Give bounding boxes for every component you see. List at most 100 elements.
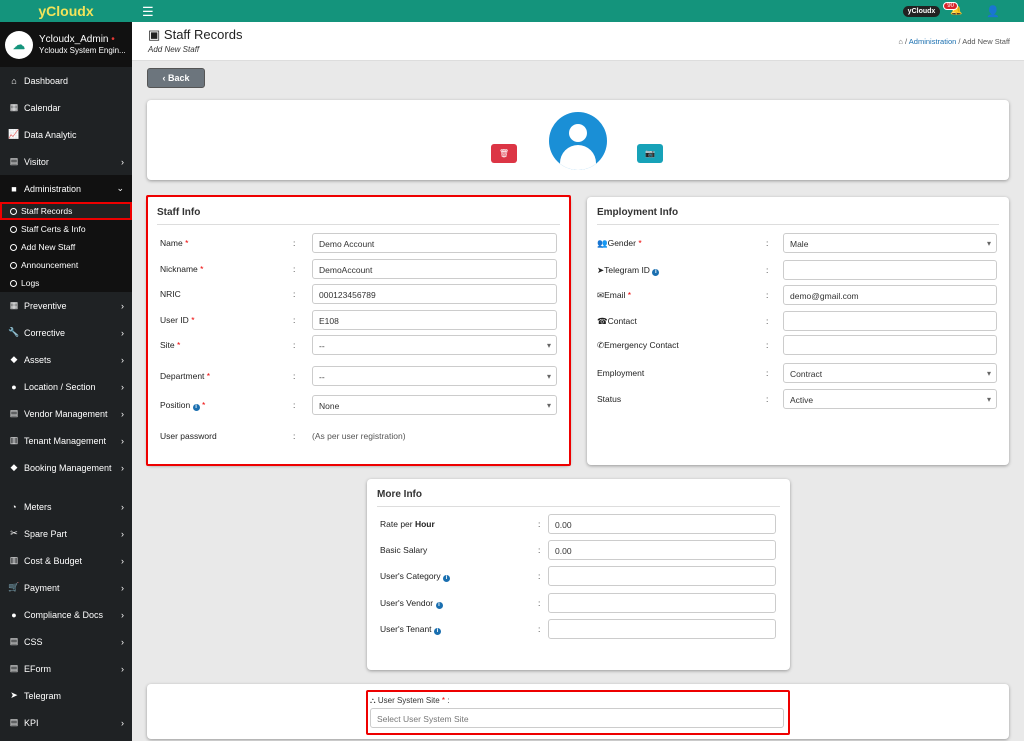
- bar-chart-icon: ▥: [9, 555, 19, 565]
- nickname-input[interactable]: DemoAccount: [312, 258, 557, 279]
- field-row-nickname: Nickname *: DemoAccount: [147, 258, 570, 279]
- sidebar-subitem-staff-certs-info[interactable]: Staff Certs & Info: [0, 220, 132, 238]
- sidebar-subitem-staff-records[interactable]: Staff Records: [0, 202, 132, 220]
- field-row-user-s-vendor: User's Vendor i:: [367, 592, 790, 613]
- building-icon: ▥: [9, 435, 19, 445]
- sidebar-item-corrective[interactable]: 🔧 Corrective ›: [0, 319, 132, 346]
- basic-salary-input[interactable]: 0.00: [548, 540, 776, 560]
- contact-input[interactable]: [783, 311, 997, 331]
- field-label: Rate per Hour: [380, 519, 435, 529]
- tenant-pill[interactable]: yCloudx: [902, 5, 941, 17]
- site-select[interactable]: --: [312, 335, 557, 355]
- camera-icon: 📷: [645, 149, 655, 158]
- user-s-vendor-input[interactable]: [548, 592, 776, 613]
- field-label: Nickname *: [160, 263, 204, 274]
- sidebar-item-eform[interactable]: ▤ EForm ›: [0, 655, 132, 682]
- notification-button[interactable]: 🔔 90: [943, 2, 968, 18]
- chevron-right-icon: ›: [121, 327, 124, 338]
- system-site-label: ⛬ User System Site * :: [370, 696, 450, 705]
- home-icon[interactable]: ⌂: [898, 37, 903, 46]
- telegram-icon: ➤: [10, 690, 18, 700]
- sidebar-item-tenant-management[interactable]: ▥ Tenant Management ›: [0, 427, 132, 454]
- sidebar-item-label: Data Analytic: [24, 129, 77, 140]
- field-row-telegram-id: ➤Telegram ID i:: [587, 259, 1009, 280]
- telegram-id-input[interactable]: [783, 259, 997, 280]
- sidebar-item-calendar[interactable]: ▦ Calendar: [0, 94, 132, 121]
- sidebar-item-booking-management[interactable]: ◆ Booking Management ›: [0, 454, 132, 481]
- sidebar-item-compliance-docs[interactable]: ● Compliance & Docs ›: [0, 601, 132, 628]
- employment-select[interactable]: Contract: [783, 363, 997, 383]
- notification-count-badge: 90: [943, 2, 958, 10]
- chevron-right-icon: ›: [121, 408, 124, 419]
- trash-icon: 🗑: [498, 149, 510, 158]
- dot-icon: ●: [11, 609, 17, 620]
- chevron-right-icon: ›: [121, 462, 124, 473]
- sidebar-item-meters[interactable]: ◔ Meters ›: [0, 493, 132, 520]
- form-icon: ▤: [9, 663, 19, 673]
- breadcrumb-administration[interactable]: Administration: [909, 37, 957, 46]
- sidebar-item-cost-budget[interactable]: ▥ Cost & Budget ›: [0, 547, 132, 574]
- field-label: ☎Contact: [597, 316, 637, 326]
- field-row-employment: Employment: Contract: [587, 363, 1009, 383]
- field-row-department: Department *: --: [147, 365, 570, 386]
- system-site-input[interactable]: Select User System Site: [370, 708, 784, 728]
- sidebar-item-label: KPI: [24, 717, 39, 728]
- sidebar-item-vendor-management[interactable]: ▤ Vendor Management ›: [0, 400, 132, 427]
- sidebar-item-dashboard[interactable]: ⌂ Dashboard: [0, 67, 132, 94]
- sidebar-subitem-announcement[interactable]: Announcement: [0, 256, 132, 274]
- tools-icon: ✂: [10, 528, 18, 538]
- brand-logo[interactable]: yCloudx: [0, 0, 132, 22]
- meter-icon: ◔: [11, 501, 17, 512]
- sidebar-item-label: Location / Section: [24, 381, 96, 392]
- field-label: Site *: [160, 340, 181, 350]
- emergency-contact-input[interactable]: [783, 335, 997, 355]
- sidebar-item-spare-part[interactable]: ✂ Spare Part ›: [0, 520, 132, 547]
- department-select[interactable]: --: [312, 365, 557, 386]
- cart-icon: 🛒: [8, 582, 20, 592]
- upload-photo-button[interactable]: 📷: [637, 144, 663, 163]
- info-icon[interactable]: i: [652, 268, 660, 276]
- nric-input[interactable]: 000123456789: [312, 284, 557, 304]
- user-id-input[interactable]: E108: [312, 309, 557, 330]
- delete-photo-button[interactable]: 🗑: [491, 144, 517, 163]
- field-label: User's Vendor i: [380, 598, 443, 609]
- hamburger-icon[interactable]: ☰: [142, 4, 154, 20]
- info-icon[interactable]: i: [433, 628, 441, 636]
- more-info-title: More Info: [377, 489, 422, 500]
- back-button[interactable]: ‹ Back: [147, 68, 205, 88]
- sidebar-item-label: Visitor: [24, 156, 49, 167]
- chevron-right-icon: ›: [121, 582, 124, 593]
- tag-icon: ◆: [10, 354, 18, 364]
- chevron-right-icon: ›: [121, 555, 124, 566]
- info-icon[interactable]: i: [192, 404, 200, 411]
- top-right-tools: yCloudx 🔔 90 👤: [902, 2, 1000, 18]
- status-select[interactable]: Active: [783, 389, 997, 409]
- admin-icon: ■: [11, 183, 17, 194]
- sidebar-item-label: Telegram: [24, 690, 62, 701]
- sidebar-subitem-add-new-staff[interactable]: Add New Staff: [0, 238, 132, 256]
- sidebar-item-css[interactable]: ▤ CSS ›: [0, 628, 132, 655]
- name-input[interactable]: Demo Account: [312, 233, 557, 253]
- sidebar-item-administration[interactable]: ■ Administration ⌄: [0, 175, 132, 202]
- email-input[interactable]: demo@gmail.com: [783, 285, 997, 305]
- sidebar-subitem-logs[interactable]: Logs: [0, 274, 132, 292]
- sidebar-item-payment[interactable]: 🛒 Payment ›: [0, 574, 132, 601]
- gender-select[interactable]: Male: [783, 233, 997, 253]
- user-icon[interactable]: 👤: [986, 5, 1000, 18]
- field-label: Position i *: [160, 400, 206, 411]
- sidebar-item-data-analytic[interactable]: 📈 Data Analytic: [0, 121, 132, 148]
- user-s-tenant-input[interactable]: [548, 619, 776, 640]
- sidebar-submenu-administration: Staff Records Staff Certs & Info Add New S…: [0, 202, 132, 292]
- info-icon[interactable]: i: [435, 601, 443, 609]
- breadcrumb: ⌂ / Administration / Add New Staff: [898, 37, 1010, 46]
- info-icon[interactable]: i: [443, 575, 451, 582]
- sidebar-item-preventive[interactable]: ▦ Preventive ›: [0, 292, 132, 319]
- sidebar-item-location-section[interactable]: ● Location / Section ›: [0, 373, 132, 400]
- sidebar-item-assets[interactable]: ◆ Assets ›: [0, 346, 132, 373]
- rate-per-hour-input[interactable]: 0.00: [548, 514, 776, 534]
- position-select[interactable]: None: [312, 395, 557, 415]
- user-s-category-input[interactable]: [548, 566, 776, 586]
- sidebar-item-visitor[interactable]: ▤ Visitor ›: [0, 148, 132, 175]
- sidebar-item-kpi[interactable]: ▤ KPI ›: [0, 709, 132, 736]
- sidebar-item-telegram[interactable]: ➤ Telegram: [0, 682, 132, 709]
